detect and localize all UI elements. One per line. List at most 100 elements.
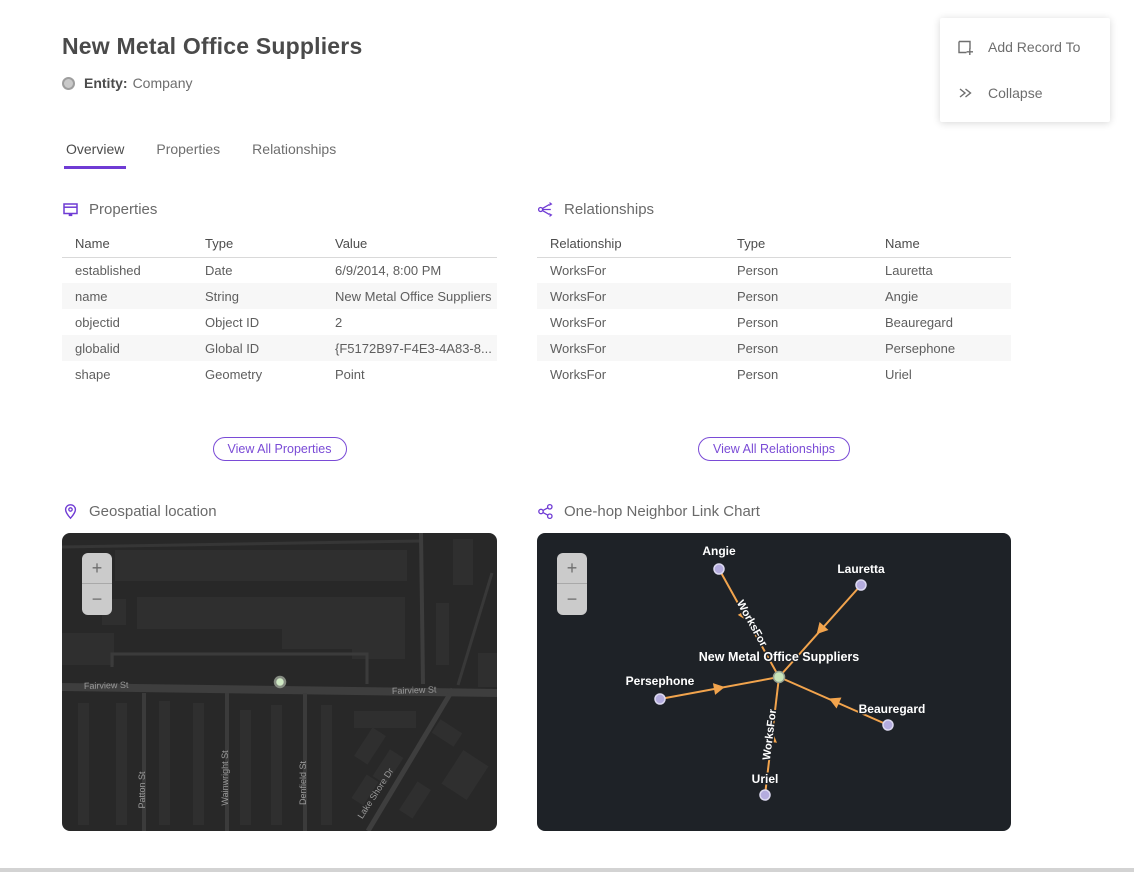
street-label-fairview-left: Fairview St [84, 680, 129, 691]
relationship-type: Person [724, 257, 872, 283]
map-card[interactable]: Fairview St Fairview St Patton St Wainwr… [62, 533, 497, 831]
street-label-patton: Patton St [137, 771, 147, 809]
relationship-link[interactable]: WorksFor [537, 257, 724, 283]
relationship-type: Person [724, 309, 872, 335]
node-persephone[interactable] [655, 694, 665, 704]
table-row: WorksFor Person Persephone [537, 335, 1011, 361]
relationship-type: Person [724, 361, 872, 387]
node-lauretta[interactable] [856, 580, 866, 590]
properties-column: Properties Name Type Value established D… [62, 200, 497, 831]
relationship-link[interactable]: WorksFor [537, 283, 724, 309]
property-type: Date [192, 257, 322, 283]
map-entity-marker[interactable] [275, 677, 285, 687]
link-chart-icon [537, 503, 554, 520]
basemap: Fairview St Fairview St Patton St Wainwr… [62, 533, 497, 831]
property-name: globalid [62, 335, 192, 361]
related-entity-link[interactable]: Lauretta [872, 257, 1011, 283]
table-row: established Date 6/9/2014, 8:00 PM [62, 257, 497, 283]
column-header: Relationship [537, 230, 724, 257]
tab-bar: Overview Properties Relationships [64, 141, 1134, 169]
relationships-column: Relationships Relationship Type Name Wor… [537, 200, 1011, 831]
street-label-wainwright: Wainwright St [220, 750, 230, 806]
relationships-actions: View All Relationships [537, 437, 1011, 461]
relationship-type: Person [724, 283, 872, 309]
node-label: Beauregard [859, 702, 926, 716]
geospatial-section-header: Geospatial location [62, 502, 497, 520]
relationship-link[interactable]: WorksFor [537, 335, 724, 361]
column-header: Type [192, 230, 322, 257]
zoom-out-button[interactable]: − [82, 584, 112, 615]
property-name: objectid [62, 309, 192, 335]
center-node-label: New Metal Office Suppliers [699, 650, 860, 664]
property-name: name [62, 283, 192, 309]
link-chart-card[interactable]: WorksFor WorksFor Angie Lauretta Perseph [537, 533, 1011, 831]
menu-item-add-record-to[interactable]: Add Record To [940, 24, 1110, 70]
column-header: Name [872, 230, 1011, 257]
context-menu: Add Record To Collapse [940, 18, 1110, 122]
table-header-row: Relationship Type Name [537, 230, 1011, 257]
map-zoom-control: + − [82, 553, 112, 615]
column-header: Value [322, 230, 497, 257]
property-value: 2 [322, 309, 497, 335]
properties-section-title: Properties [89, 201, 157, 218]
table-row: objectid Object ID 2 [62, 309, 497, 335]
bottom-scrollbar[interactable] [0, 868, 1134, 872]
property-type: Global ID [192, 335, 322, 361]
node-beauregard[interactable] [883, 720, 893, 730]
property-value: {F5172B97-F4E3-4A83-8... [322, 335, 497, 361]
property-type: Geometry [192, 361, 322, 387]
property-type: String [192, 283, 322, 309]
table-row: WorksFor Person Uriel [537, 361, 1011, 387]
tab-properties[interactable]: Properties [154, 141, 222, 169]
link-chart-section-header: One-hop Neighbor Link Chart [537, 502, 1011, 520]
view-all-relationships-button[interactable]: View All Relationships [698, 437, 850, 461]
street-label-denfield: Denfield St [298, 760, 308, 805]
related-entity-link[interactable]: Angie [872, 283, 1011, 309]
menu-item-label: Add Record To [988, 39, 1080, 55]
view-all-properties-button[interactable]: View All Properties [213, 437, 347, 461]
node-uriel[interactable] [760, 790, 770, 800]
table-header-row: Name Type Value [62, 230, 497, 257]
node-angie[interactable] [714, 564, 724, 574]
geospatial-section-title: Geospatial location [89, 503, 217, 520]
menu-item-label: Collapse [988, 85, 1042, 101]
chart-zoom-control: + − [557, 553, 587, 615]
column-header: Name [62, 230, 192, 257]
zoom-in-button[interactable]: + [82, 553, 112, 584]
node-center-company[interactable] [774, 672, 785, 683]
table-row: shape Geometry Point [62, 361, 497, 387]
table-row: WorksFor Person Angie [537, 283, 1011, 309]
entity-type-dot [62, 77, 75, 90]
property-name: established [62, 257, 192, 283]
zoom-out-button[interactable]: − [557, 584, 587, 615]
tab-overview[interactable]: Overview [64, 141, 126, 169]
property-type: Object ID [192, 309, 322, 335]
properties-table: Name Type Value established Date 6/9/201… [62, 230, 497, 387]
related-entity-link[interactable]: Persephone [872, 335, 1011, 361]
table-row: WorksFor Person Lauretta [537, 257, 1011, 283]
link-chart-section-title: One-hop Neighbor Link Chart [564, 503, 760, 520]
property-value: New Metal Office Suppliers [322, 283, 497, 309]
properties-actions: View All Properties [62, 437, 497, 461]
related-entity-link[interactable]: Uriel [872, 361, 1011, 387]
tab-relationships[interactable]: Relationships [250, 141, 338, 169]
properties-icon [62, 201, 79, 218]
zoom-in-button[interactable]: + [557, 553, 587, 584]
property-value: 6/9/2014, 8:00 PM [322, 257, 497, 283]
overview-content: Properties Name Type Value established D… [62, 200, 1134, 831]
relationships-section-title: Relationships [564, 201, 654, 218]
node-label: Lauretta [837, 562, 885, 576]
entity-type-value: Company [133, 75, 193, 91]
relationship-link[interactable]: WorksFor [537, 309, 724, 335]
properties-section-header: Properties [62, 200, 497, 218]
table-row: name String New Metal Office Suppliers [62, 283, 497, 309]
node-label: Angie [702, 544, 736, 558]
entity-label: Entity: [84, 75, 128, 91]
related-entity-link[interactable]: Beauregard [872, 309, 1011, 335]
street-label-fairview-right: Fairview St [392, 684, 437, 696]
relationships-section-header: Relationships [537, 200, 1011, 218]
relationship-link[interactable]: WorksFor [537, 361, 724, 387]
menu-item-collapse[interactable]: Collapse [940, 70, 1110, 116]
column-header: Type [724, 230, 872, 257]
collapse-icon [956, 84, 974, 102]
